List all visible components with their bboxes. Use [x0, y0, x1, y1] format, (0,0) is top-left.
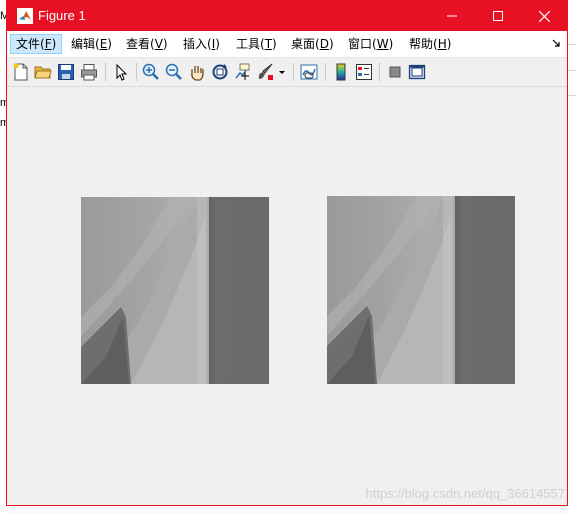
brush-icon[interactable]: [257, 63, 275, 81]
colorbar-icon[interactable]: [332, 63, 350, 81]
data-cursor-icon[interactable]: [234, 63, 252, 81]
zoom-out-icon[interactable]: [165, 63, 183, 81]
minimize-button[interactable]: [429, 1, 475, 31]
toolbar-separator: [136, 63, 137, 81]
edit-plot-icon[interactable]: [112, 63, 130, 81]
brush-dropdown-icon[interactable]: [278, 63, 286, 81]
minimize-icon: [447, 15, 457, 17]
close-button[interactable]: [521, 1, 567, 31]
close-icon: [538, 10, 550, 22]
menu-file[interactable]: 文件(F): [10, 34, 63, 54]
title-bar[interactable]: Figure 1: [7, 1, 567, 31]
watermark-text: https://blog.csdn.net/qq_36614557: [365, 486, 566, 501]
right-grayscale-image[interactable]: [327, 196, 515, 384]
toolbar-separator: [293, 63, 294, 81]
maximize-icon: [493, 11, 503, 21]
legend-icon[interactable]: [355, 63, 373, 81]
pan-icon[interactable]: [188, 63, 206, 81]
matlab-icon: [17, 8, 33, 24]
menu-bar: 文件(F) 编辑(E) 查看(V) 插入(I) 工具(T) 桌面(D) 窗口(W…: [7, 31, 567, 58]
link-plot-icon[interactable]: [300, 63, 318, 81]
open-file-icon[interactable]: [34, 63, 52, 81]
toolbar-separator: [379, 63, 380, 81]
new-figure-icon[interactable]: [12, 63, 30, 81]
zoom-in-icon[interactable]: [142, 63, 160, 81]
menu-window[interactable]: 窗口(W): [343, 34, 398, 54]
window-title: Figure 1: [38, 8, 86, 23]
dock-arrow-icon[interactable]: [552, 39, 561, 48]
menu-insert[interactable]: 插入(I): [178, 34, 225, 54]
toolbar-separator: [105, 63, 106, 81]
hide-plot-tools-icon[interactable]: [386, 63, 404, 81]
rotate-3d-icon[interactable]: [211, 63, 229, 81]
menu-help[interactable]: 帮助(H): [404, 34, 456, 54]
show-plot-tools-icon[interactable]: [408, 63, 426, 81]
maximize-button[interactable]: [475, 1, 521, 31]
background-right-fragment: [568, 0, 576, 514]
menu-view[interactable]: 查看(V): [121, 34, 173, 54]
figure-canvas: https://blog.csdn.net/qq_36614557: [7, 87, 567, 505]
background-bottom-fragment: [8, 506, 568, 514]
print-icon[interactable]: [80, 63, 98, 81]
menu-desktop[interactable]: 桌面(D): [286, 34, 339, 54]
save-icon[interactable]: [57, 63, 75, 81]
figure-window: Figure 1 文件(F) 编辑(E) 查看(V) 插入(I) 工具(T) 桌…: [6, 0, 568, 506]
left-grayscale-image[interactable]: [81, 197, 269, 384]
menu-tools[interactable]: 工具(T): [231, 34, 282, 54]
menu-edit[interactable]: 编辑(E): [66, 34, 117, 54]
toolbar-separator: [325, 63, 326, 81]
toolbar: [7, 58, 567, 87]
